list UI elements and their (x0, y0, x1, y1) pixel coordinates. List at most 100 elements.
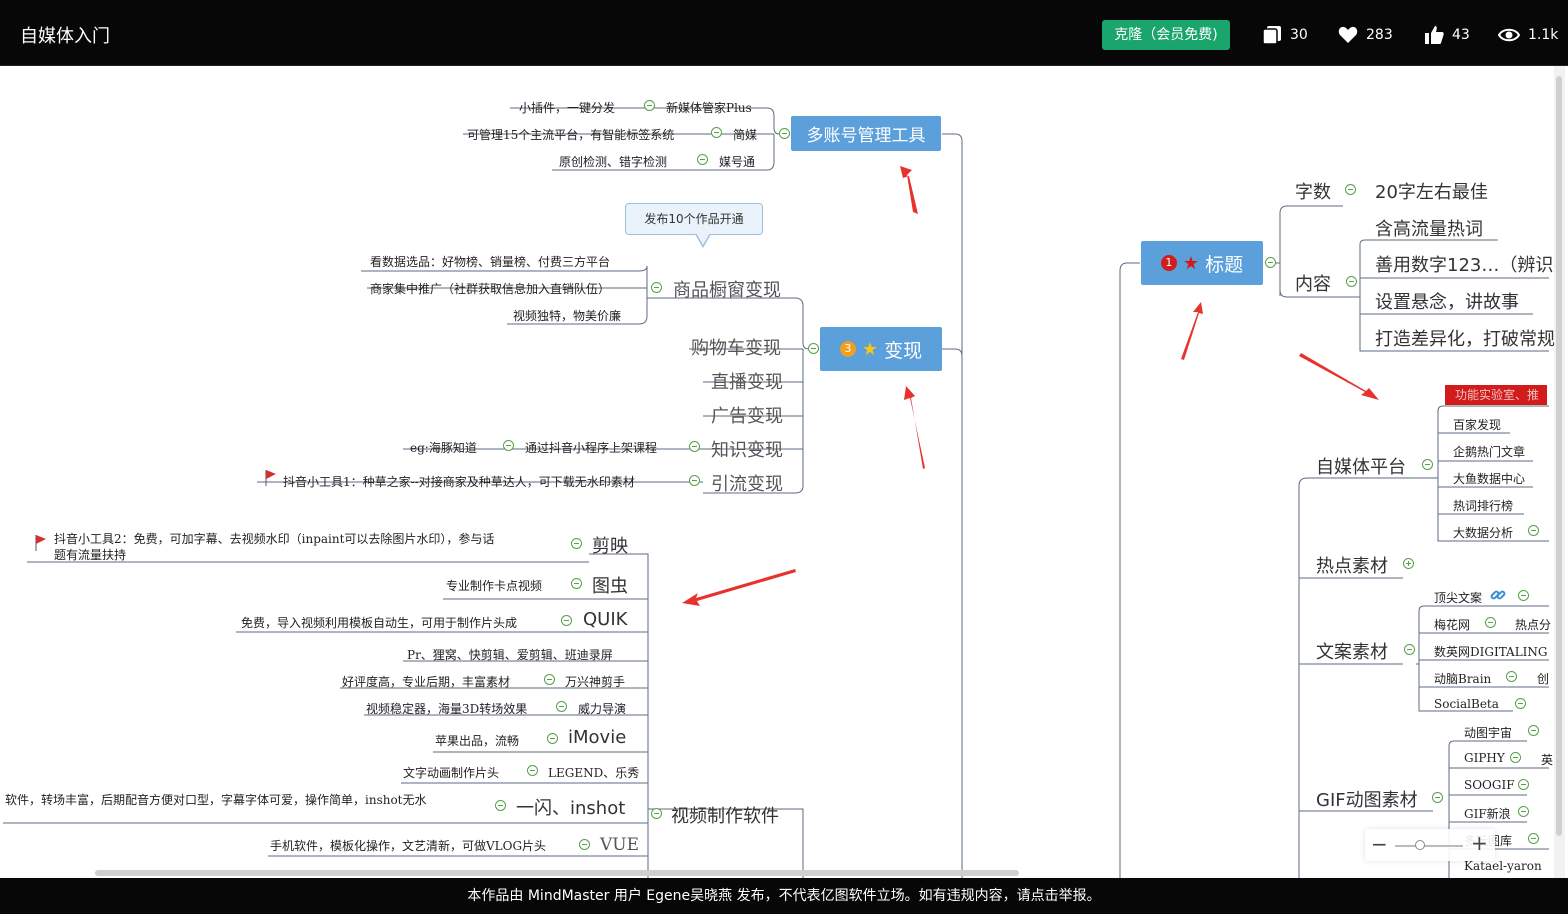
node-gif-sina[interactable]: GIF新浪 (1464, 805, 1511, 822)
node-ying[interactable]: 英 (1541, 751, 1553, 768)
node-showcase-monetize[interactable]: 商品橱窗变现 (673, 276, 781, 302)
topic-multi-account-tools[interactable]: 多账号管理工具 (791, 116, 941, 151)
node-quik[interactable]: QUIK (583, 609, 627, 630)
collapse-toggle[interactable] (579, 839, 590, 850)
topic-monetize[interactable]: 3 ★ 变现 (820, 327, 942, 371)
collapse-toggle[interactable] (808, 343, 819, 354)
zoom-out-button[interactable]: − (1371, 832, 1388, 856)
zoom-slider-track[interactable] (1395, 845, 1463, 847)
node-live-monetize[interactable]: 直播变现 (711, 368, 783, 394)
collapse-toggle[interactable] (1518, 590, 1529, 601)
node-gif-universe[interactable]: 动图宇宙 (1464, 724, 1512, 741)
collapse-toggle[interactable] (571, 578, 582, 589)
node-jianmei[interactable]: 简媒 (733, 126, 757, 143)
collapse-toggle[interactable] (644, 100, 655, 111)
collapse-toggle[interactable] (1265, 257, 1276, 268)
copy-count[interactable]: 30 (1262, 20, 1308, 50)
node-vue[interactable]: VUE (600, 835, 639, 855)
node-gif-materials[interactable]: GIF动图素材 (1316, 786, 1418, 812)
node-use-numbers[interactable]: 善用数字123…（辨识 (1375, 251, 1553, 277)
topic-title[interactable]: 1 ★ 标题 (1141, 241, 1263, 285)
node-hot-materials[interactable]: 热点素材 (1316, 552, 1388, 578)
collapse-toggle[interactable] (651, 808, 662, 819)
node-giphy[interactable]: GIPHY (1464, 751, 1505, 765)
node-chuang[interactable]: 创 (1537, 670, 1549, 687)
node-mini-program-course[interactable]: 通过抖音小程序上架课程 (525, 439, 657, 456)
node-dayu[interactable]: 大鱼数据中心 (1453, 470, 1525, 487)
node-cart-monetize[interactable]: 购物车变现 (691, 334, 781, 360)
node-differentiation[interactable]: 打造差异化，打破常规 (1375, 325, 1555, 351)
zoom-slider-knob[interactable] (1415, 840, 1425, 850)
collapse-toggle[interactable] (527, 765, 538, 776)
node-hot-share[interactable]: 热点分 (1515, 616, 1551, 633)
collapse-toggle[interactable] (779, 128, 790, 139)
topic-video-software[interactable]: 视频制作软件 (671, 802, 779, 828)
node-dingjian[interactable]: 顶尖文案 (1434, 589, 1482, 606)
node-meihaotong[interactable]: 媒号通 (719, 153, 755, 170)
collapse-toggle[interactable] (1432, 792, 1443, 803)
collapse-toggle[interactable] (495, 800, 506, 811)
collapse-toggle[interactable] (1528, 725, 1539, 736)
node-digitaling[interactable]: 数英网DIGITALING (1434, 643, 1548, 660)
node-traffic-monetize[interactable]: 引流变现 (711, 470, 783, 496)
collapse-toggle[interactable] (689, 475, 700, 486)
horizontal-scrollbar[interactable] (95, 870, 1019, 876)
node-penguin[interactable]: 企鹅热门文章 (1453, 443, 1525, 460)
node-yishan-inshot[interactable]: 一闪、inshot (516, 794, 625, 820)
collapse-toggle[interactable] (1506, 671, 1517, 682)
node-20-chars[interactable]: 20字左右最佳 (1375, 178, 1488, 204)
scrollbar-thumb[interactable] (1556, 76, 1562, 836)
node-hot-keywords[interactable]: 含高流量热词 (1375, 215, 1483, 241)
mindmap-canvas[interactable]: 多账号管理工具 新媒体管家Plus 小插件，一键分发 简媒 可管理15个主流平台… (3, 66, 1565, 878)
node-content[interactable]: 内容 (1295, 270, 1331, 296)
collapse-toggle[interactable] (1485, 617, 1496, 628)
collapse-toggle[interactable] (1515, 698, 1526, 709)
node-word-count[interactable]: 字数 (1295, 178, 1331, 204)
like-count[interactable]: 43 (1424, 20, 1470, 50)
node-legend[interactable]: LEGEND、乐秀 (548, 764, 639, 781)
node-jianying[interactable]: 剪映 (592, 532, 628, 558)
collapse-toggle[interactable] (1518, 779, 1529, 790)
link-icon[interactable] (1490, 587, 1506, 603)
node-media-platforms[interactable]: 自媒体平台 (1316, 453, 1406, 479)
node-feature-lab[interactable]: 功能实验室、推 (1445, 385, 1547, 405)
node-tuchong[interactable]: 图虫 (592, 572, 628, 598)
favorite-count[interactable]: 283 (1338, 20, 1393, 50)
expand-toggle[interactable] (1403, 558, 1414, 569)
collapse-toggle[interactable] (544, 674, 555, 685)
collapse-toggle[interactable] (547, 733, 558, 744)
collapse-toggle[interactable] (1528, 525, 1539, 536)
node-copy-materials[interactable]: 文案素材 (1316, 638, 1388, 664)
collapse-toggle[interactable] (697, 154, 708, 165)
zoom-in-button[interactable]: + (1471, 831, 1488, 855)
node-bigdata[interactable]: 大数据分析 (1453, 524, 1513, 541)
node-meihua[interactable]: 梅花网 (1434, 616, 1470, 633)
collapse-toggle[interactable] (556, 701, 567, 712)
collapse-toggle[interactable] (1346, 276, 1357, 287)
node-imovie[interactable]: iMovie (568, 727, 626, 748)
node-weili[interactable]: 威力导演 (578, 700, 626, 717)
clone-button[interactable]: 克隆（会员免费) (1102, 20, 1230, 50)
collapse-toggle[interactable] (1518, 806, 1529, 817)
node-ads-monetize[interactable]: 广告变现 (711, 402, 783, 428)
collapse-toggle[interactable] (561, 615, 572, 626)
node-xinmeiti-guanjia[interactable]: 新媒体管家Plus (666, 99, 752, 116)
collapse-toggle[interactable] (1422, 459, 1433, 470)
node-hotword-rank[interactable]: 热词排行榜 (1453, 497, 1513, 514)
node-katael[interactable]: Katael-yaron (1464, 859, 1542, 873)
node-soogif[interactable]: SOOGIF (1464, 778, 1515, 792)
vertical-scrollbar[interactable] (1554, 66, 1565, 878)
collapse-toggle[interactable] (1528, 833, 1539, 844)
node-knowledge-monetize[interactable]: 知识变现 (711, 436, 783, 462)
node-brain[interactable]: 动脑Brain (1434, 670, 1491, 687)
collapse-toggle[interactable] (1510, 752, 1521, 763)
collapse-toggle[interactable] (503, 440, 514, 451)
node-baijia[interactable]: 百家发现 (1453, 416, 1501, 433)
collapse-toggle[interactable] (1404, 644, 1415, 655)
node-wanxing[interactable]: 万兴神剪手 (565, 673, 625, 690)
collapse-toggle[interactable] (1345, 184, 1356, 195)
collapse-toggle[interactable] (689, 441, 700, 452)
node-socialbeta[interactable]: SocialBeta (1434, 697, 1499, 711)
collapse-toggle[interactable] (571, 538, 582, 549)
node-suspense[interactable]: 设置悬念，讲故事 (1375, 288, 1519, 314)
